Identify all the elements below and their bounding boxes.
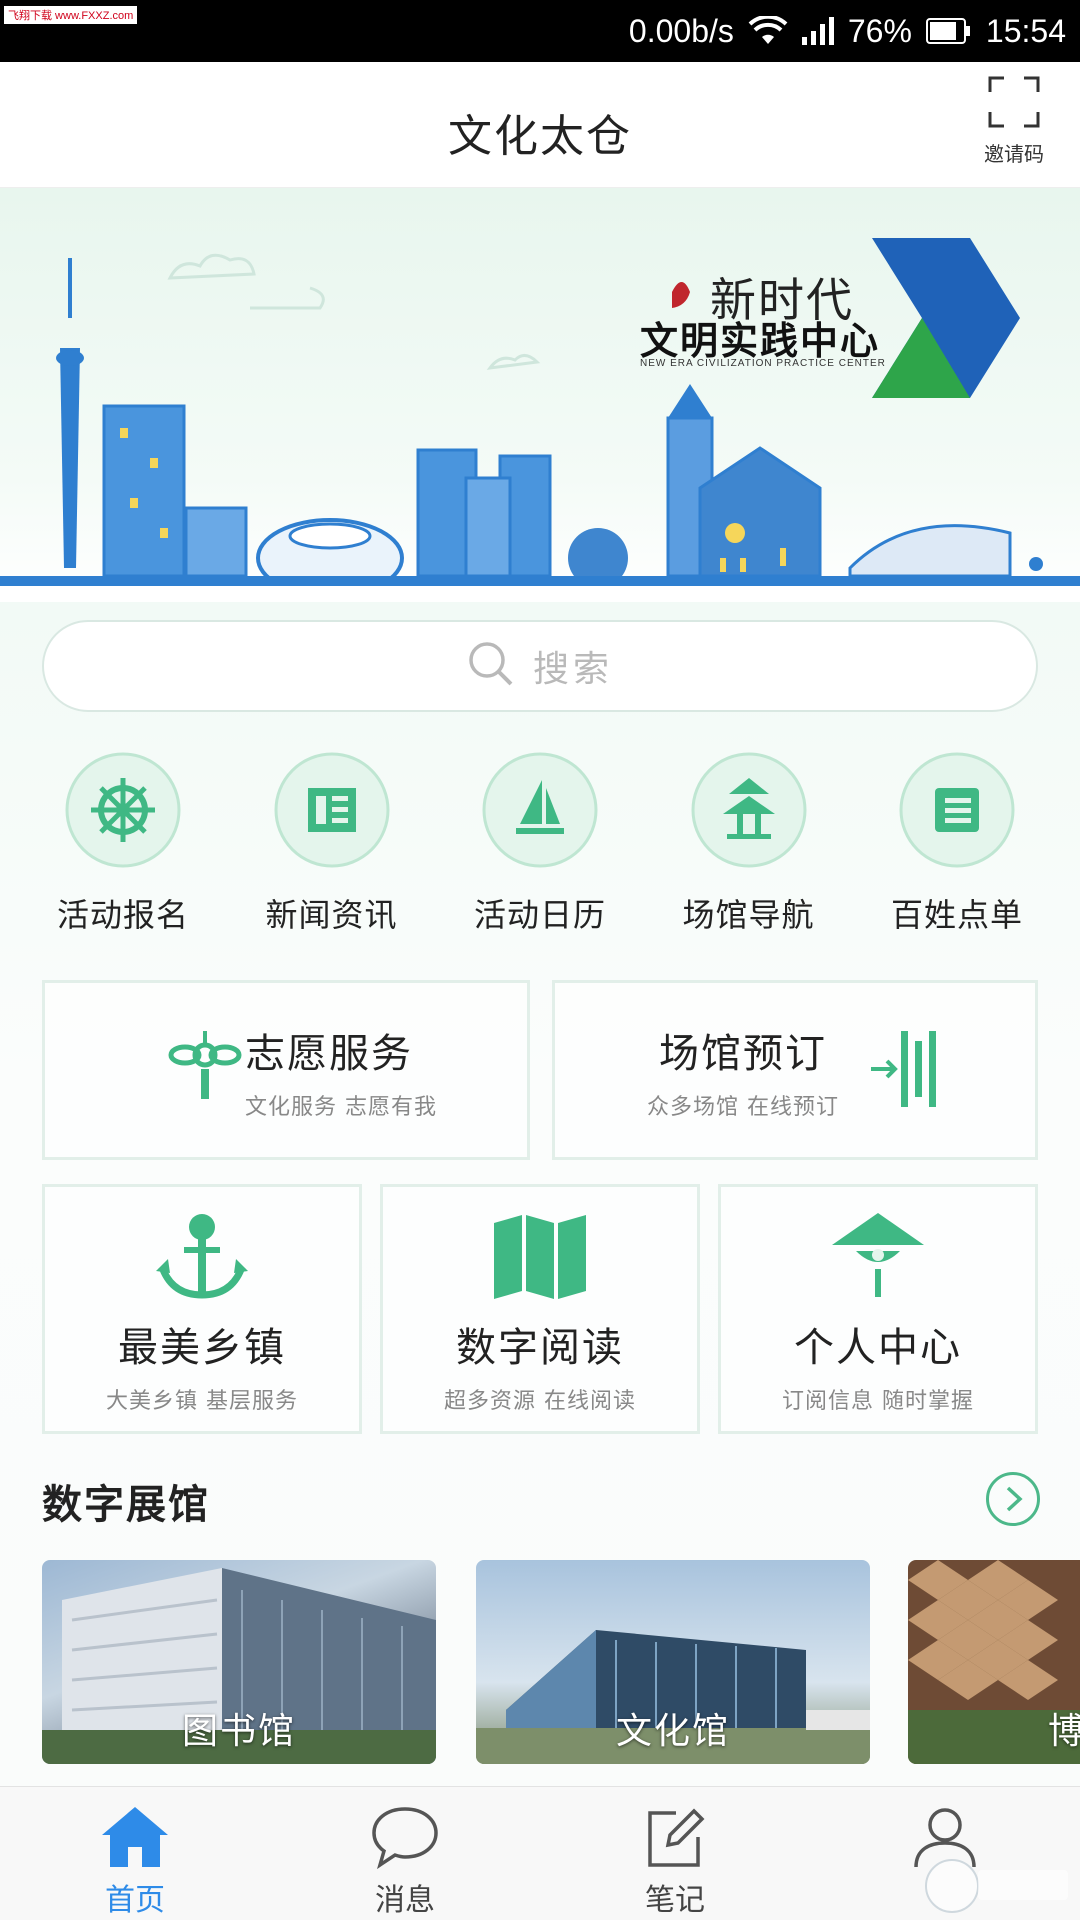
net-speed: 0.00b/s (628, 12, 734, 49)
banner-english: NEW ERA CIVILIZATION PRACTICE CENTER (640, 358, 886, 369)
quick-menu-label: 活动日历 (473, 896, 606, 934)
note-icon (640, 1808, 710, 1873)
quick-menu-label: 新闻资讯 (265, 896, 398, 934)
card-title: 场馆预订 (659, 1031, 827, 1077)
signal-icon (801, 17, 834, 45)
banner[interactable]: 新时代 文明实践中心 NEW ERA CIVILIZATION PRACTICE… (0, 188, 1080, 602)
tab-notes[interactable]: 笔记 (540, 1787, 810, 1920)
hall-card-library[interactable]: 图书馆 (42, 1560, 436, 1764)
hall-card-label: 文化馆 (615, 1711, 730, 1752)
app-header: 文化太仓 邀请码 (0, 62, 1080, 188)
status-bar: 飞翔下载 www.FXXZ.com 0.00b/s 76% 15:54 (0, 0, 1080, 62)
bottom-tab-bar: 首页 消息 笔记 (0, 1786, 1080, 1920)
menu-list-icon (895, 748, 1019, 872)
hall-card-cultural-center[interactable]: 文化馆 (476, 1560, 870, 1764)
battery-icon (925, 18, 972, 44)
sailboat-icon (478, 748, 602, 872)
digital-reading-card[interactable]: 数字阅读 超多资源 在线阅读 (380, 1184, 700, 1434)
quick-menu-item-public-order[interactable]: 百姓点单 (854, 748, 1060, 936)
card-title: 最美乡镇 (118, 1325, 286, 1371)
newspaper-icon (270, 748, 394, 872)
card-subtitle: 众多场馆 在线预订 (647, 1095, 839, 1120)
city-skyline-illustration (0, 238, 1080, 602)
card-subtitle: 订阅信息 随时掌握 (782, 1389, 974, 1414)
watermark-logo (922, 1856, 1072, 1916)
quick-menu-label: 活动报名 (56, 896, 189, 934)
card-title: 个人中心 (794, 1325, 962, 1371)
clock: 15:54 (985, 12, 1066, 49)
home-icon (100, 1807, 170, 1873)
banner-subtitle: 文明实践中心 (640, 319, 881, 363)
quick-menu-item-activity-signup[interactable]: 活动报名 (20, 748, 226, 936)
page-title: 文化太仓 (448, 111, 632, 162)
quick-menu-label: 场馆导航 (682, 896, 815, 934)
section-title-digital-hall: 数字展馆 (42, 1482, 210, 1528)
volunteer-service-card[interactable]: 志愿服务 文化服务 志愿有我 (42, 980, 530, 1160)
tab-label: 笔记 (645, 1883, 705, 1918)
search-icon (467, 640, 515, 692)
quick-menu: 活动报名 新闻资讯 活动日历 场馆导航 百姓点单 (20, 748, 1060, 936)
search-bar[interactable]: 搜索 (42, 620, 1038, 712)
chevron-right-icon (989, 1486, 1037, 1527)
quick-menu-label: 百姓点单 (890, 896, 1023, 934)
beautiful-towns-card[interactable]: 最美乡镇 大美乡镇 基层服务 (42, 1184, 362, 1434)
venue-entry-icon (865, 1027, 945, 1115)
quick-menu-item-venue-navigation[interactable]: 场馆导航 (646, 748, 852, 936)
open-map-book-icon (490, 1211, 590, 1305)
card-subtitle: 文化服务 志愿有我 (245, 1095, 437, 1120)
hall-card-label: 图书馆 (181, 1711, 296, 1752)
hall-card-museum[interactable]: 博 (908, 1560, 1080, 1764)
message-icon (370, 1807, 440, 1873)
wifi-icon (748, 16, 788, 46)
tab-home[interactable]: 首页 (0, 1787, 270, 1920)
pagoda-icon (687, 748, 811, 872)
quick-menu-item-activity-calendar[interactable]: 活动日历 (437, 748, 643, 936)
anchor-icon (152, 1211, 252, 1305)
venue-booking-card[interactable]: 场馆预订 众多场馆 在线预订 (552, 980, 1038, 1160)
scan-icon (988, 76, 1040, 132)
battery-percent: 76% (847, 12, 912, 49)
tab-messages[interactable]: 消息 (270, 1787, 540, 1920)
card-subtitle: 超多资源 在线阅读 (444, 1389, 636, 1414)
quick-menu-item-news[interactable]: 新闻资讯 (229, 748, 435, 936)
card-subtitle: 大美乡镇 基层服务 (106, 1389, 298, 1414)
hall-card-label: 博 (1048, 1711, 1080, 1752)
digital-hall-carousel[interactable]: 图书馆 文化馆 博 (0, 1560, 1080, 1764)
watermark-text: 飞翔下载 www.FXXZ.com (4, 6, 138, 24)
invite-code-button[interactable]: 邀请码 (976, 76, 1052, 167)
chinese-knot-icon (165, 1029, 245, 1113)
card-title: 志愿服务 (245, 1031, 413, 1077)
helm-wheel-icon (61, 748, 185, 872)
bamboo-hat-icon (828, 1211, 928, 1305)
card-title: 数字阅读 (456, 1325, 624, 1371)
search-placeholder: 搜索 (532, 649, 613, 690)
tab-label: 消息 (375, 1883, 435, 1918)
personal-center-card[interactable]: 个人中心 订阅信息 随时掌握 (718, 1184, 1038, 1434)
more-button[interactable] (986, 1472, 1040, 1526)
invite-code-label: 邀请码 (984, 142, 1044, 166)
tab-label: 首页 (105, 1883, 165, 1918)
